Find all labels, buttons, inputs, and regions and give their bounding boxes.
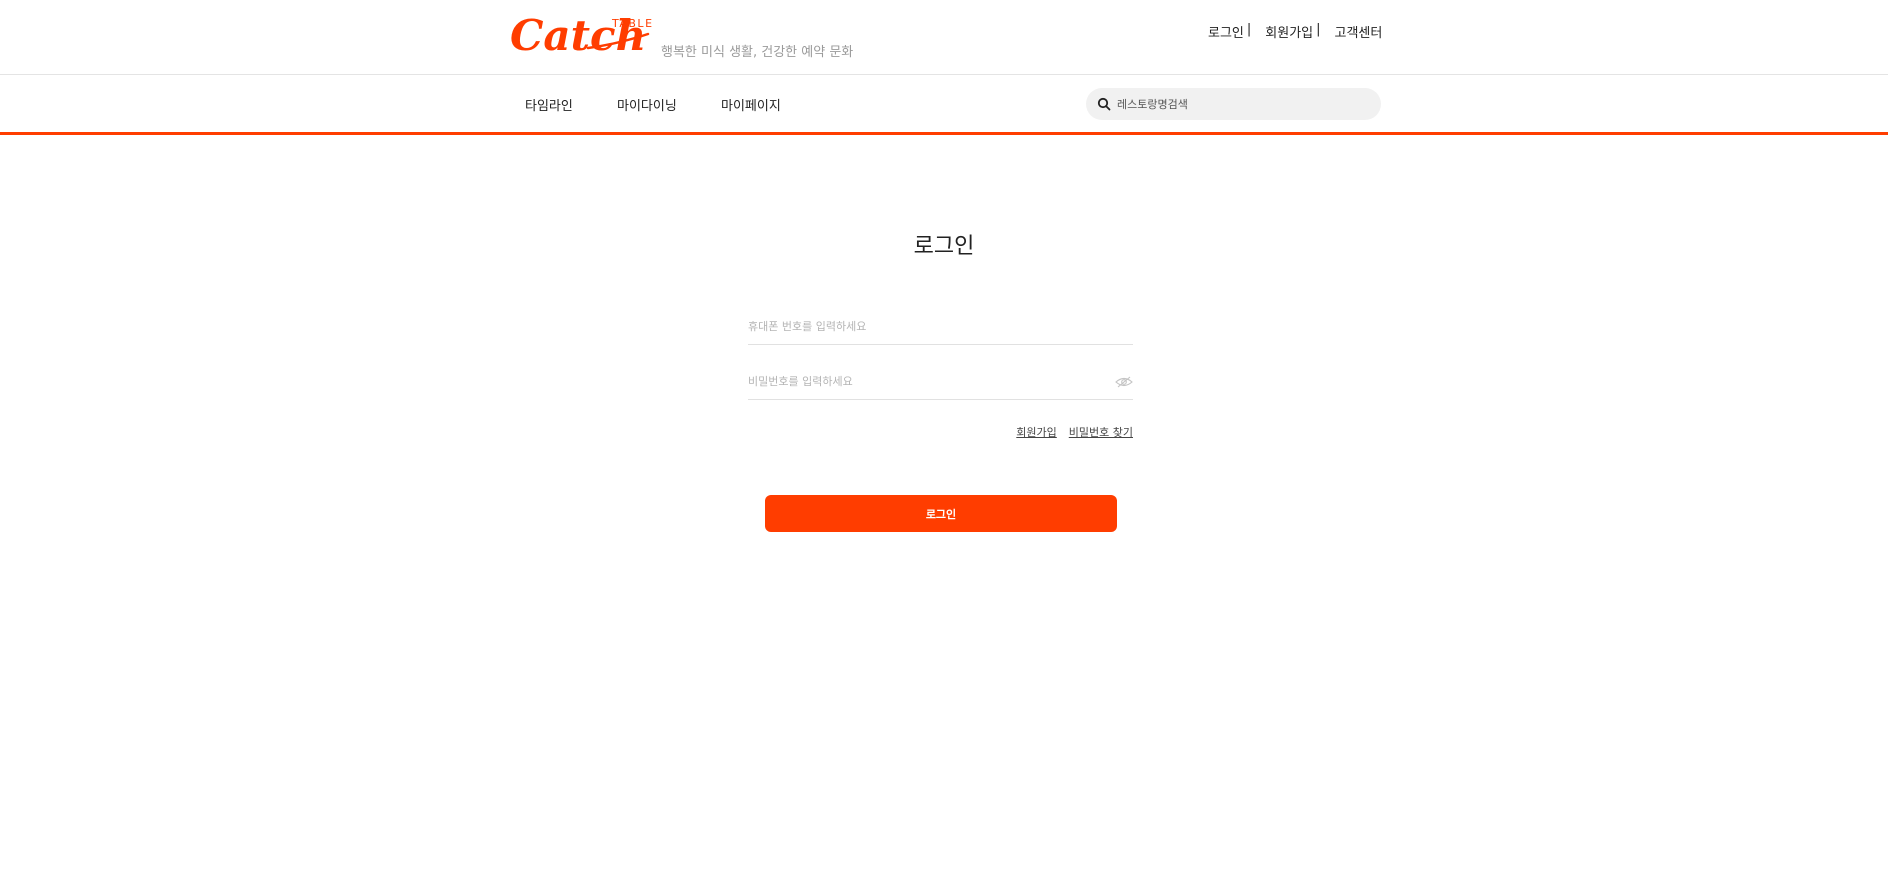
nav-item-timeline[interactable]: 타임라인 xyxy=(525,95,573,114)
catchtable-logo[interactable]: Catch TABLE xyxy=(508,4,658,58)
tagline: 행복한 미식 생활, 건강한 예약 문화 xyxy=(661,45,854,60)
main-nav-bar: 타임라인 마이다이닝 마이페이지 xyxy=(0,75,1888,135)
signup-link[interactable]: 회원가입 xyxy=(1016,424,1056,440)
nav-item-mypage[interactable]: 마이페이지 xyxy=(721,95,781,114)
search-icon xyxy=(1097,97,1111,111)
separator: | xyxy=(1246,22,1252,37)
auth-links: 회원가입 비밀번호 찾기 xyxy=(748,424,1133,440)
phone-field xyxy=(748,314,1133,345)
header-login-link[interactable]: 로그인 xyxy=(1208,22,1244,41)
utility-nav: 로그인 | 회원가입 | 고객센터 xyxy=(1208,22,1382,41)
password-input[interactable] xyxy=(748,375,1088,388)
separator: | xyxy=(1316,22,1321,37)
find-password-link[interactable]: 비밀번호 찾기 xyxy=(1069,424,1133,440)
password-field xyxy=(748,369,1133,400)
page-title: 로그인 xyxy=(913,234,975,259)
login-button[interactable]: 로그인 xyxy=(765,495,1117,532)
eye-off-icon[interactable] xyxy=(1115,376,1133,388)
header-support-link[interactable]: 고객센터 xyxy=(1335,22,1383,41)
search-box[interactable] xyxy=(1086,88,1381,120)
nav-item-mydining[interactable]: 마이다이닝 xyxy=(617,95,677,114)
top-header: Catch TABLE 행복한 미식 생활, 건강한 예약 문화 로그인 | 회… xyxy=(0,0,1888,75)
search-input[interactable] xyxy=(1117,97,1357,111)
header-signup-link[interactable]: 회원가입 xyxy=(1265,22,1313,41)
logo-word-text: TABLE xyxy=(611,17,654,30)
phone-input[interactable] xyxy=(748,320,1088,333)
